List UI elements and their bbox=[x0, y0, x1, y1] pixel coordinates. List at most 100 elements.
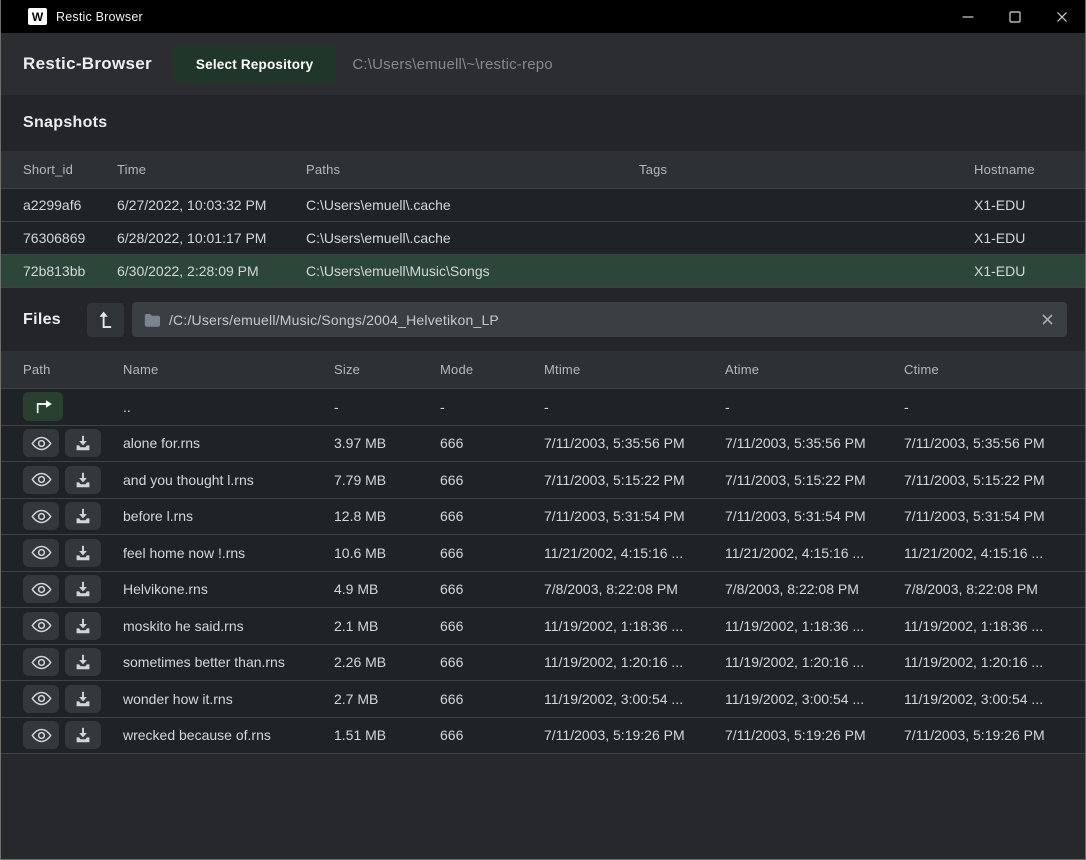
file-name: alone for.rns bbox=[123, 435, 334, 451]
select-repository-button[interactable]: Select Repository bbox=[174, 45, 335, 83]
maximize-icon bbox=[1009, 11, 1021, 23]
files-section-header: Files /C:/Users/emuell/Music/Songs/2004_… bbox=[1, 288, 1085, 351]
file-size: 2.1 MB bbox=[334, 618, 440, 634]
snapshot-row[interactable]: 76306869 6/28/2022, 10:01:17 PM C:\Users… bbox=[1, 222, 1085, 255]
column-atime: Atime bbox=[725, 362, 904, 377]
file-mtime: 7/8/2003, 8:22:08 PM bbox=[544, 581, 725, 597]
snapshot-short-id: 76306869 bbox=[23, 230, 117, 246]
file-name: Helvikone.rns bbox=[123, 581, 334, 597]
preview-file-button[interactable] bbox=[23, 539, 59, 567]
download-file-button[interactable] bbox=[65, 466, 101, 494]
file-row: sometimes better than.rns 2.26 MB 666 11… bbox=[1, 645, 1085, 682]
file-mtime: 7/11/2003, 5:15:22 PM bbox=[544, 472, 725, 488]
download-icon bbox=[75, 727, 91, 743]
repository-path: C:\Users\emuell\~\restic-repo bbox=[352, 56, 552, 73]
eye-icon bbox=[31, 544, 52, 561]
snapshot-paths: C:\Users\emuell\Music\Songs bbox=[306, 263, 639, 279]
file-ctime: 11/21/2002, 4:15:16 ... bbox=[904, 545, 1085, 561]
download-icon bbox=[75, 654, 91, 670]
file-atime: 11/19/2002, 1:20:16 ... bbox=[725, 654, 904, 670]
file-actions bbox=[23, 575, 123, 603]
file-row: .. - - - - - bbox=[1, 389, 1085, 426]
file-actions bbox=[23, 466, 123, 494]
titlebar: W Restic Browser bbox=[1, 0, 1085, 33]
file-size: 2.26 MB bbox=[334, 654, 440, 670]
window-title: Restic Browser bbox=[56, 10, 143, 24]
file-name: sometimes better than.rns bbox=[123, 654, 334, 670]
open-path-button[interactable] bbox=[87, 303, 124, 337]
preview-file-button[interactable] bbox=[23, 648, 59, 676]
parent-directory-icon bbox=[34, 399, 53, 414]
download-file-button[interactable] bbox=[65, 539, 101, 567]
download-file-button[interactable] bbox=[65, 429, 101, 457]
minimize-icon bbox=[962, 11, 974, 23]
empty-area bbox=[1, 754, 1085, 859]
file-mode: 666 bbox=[440, 472, 544, 488]
file-name: and you thought l.rns bbox=[123, 472, 334, 488]
preview-file-button[interactable] bbox=[23, 502, 59, 530]
snapshot-paths: C:\Users\emuell\.cache bbox=[306, 197, 639, 213]
eye-icon bbox=[31, 654, 52, 671]
current-path-field[interactable]: /C:/Users/emuell/Music/Songs/2004_Helvet… bbox=[132, 302, 1067, 337]
file-row: alone for.rns 3.97 MB 666 7/11/2003, 5:3… bbox=[1, 426, 1085, 463]
clear-path-button[interactable] bbox=[1040, 312, 1055, 327]
preview-file-button[interactable] bbox=[23, 721, 59, 749]
download-icon bbox=[75, 545, 91, 561]
snapshot-time: 6/30/2022, 2:28:09 PM bbox=[117, 263, 306, 279]
clear-icon bbox=[1042, 314, 1053, 325]
caption-buttons bbox=[944, 0, 1085, 33]
column-short-id: Short_id bbox=[23, 162, 117, 177]
folder-icon bbox=[144, 313, 160, 327]
download-file-button[interactable] bbox=[65, 575, 101, 603]
snapshot-hostname: X1-EDU bbox=[974, 263, 1085, 279]
files-table-body: .. - - - - - bbox=[1, 388, 1085, 754]
eye-icon bbox=[31, 727, 52, 744]
file-size: 12.8 MB bbox=[334, 508, 440, 524]
files-heading: Files bbox=[23, 311, 61, 329]
restic-browser-window: W Restic Browser Restic-Browser Select R… bbox=[0, 0, 1086, 860]
preview-file-button[interactable] bbox=[23, 429, 59, 457]
download-file-button[interactable] bbox=[65, 502, 101, 530]
file-actions bbox=[23, 685, 123, 713]
preview-file-button[interactable] bbox=[23, 612, 59, 640]
file-mode: 666 bbox=[440, 727, 544, 743]
file-atime: 11/19/2002, 1:18:36 ... bbox=[725, 618, 904, 634]
snapshots-table-body: a2299af6 6/27/2022, 10:03:32 PM C:\Users… bbox=[1, 188, 1085, 288]
maximize-button[interactable] bbox=[991, 0, 1038, 33]
snapshot-row[interactable]: 72b813bb 6/30/2022, 2:28:09 PM C:\Users\… bbox=[1, 255, 1085, 288]
download-icon bbox=[75, 581, 91, 597]
file-ctime: 7/11/2003, 5:35:56 PM bbox=[904, 435, 1085, 451]
file-ctime: 7/8/2003, 8:22:08 PM bbox=[904, 581, 1085, 597]
current-path-value: /C:/Users/emuell/Music/Songs/2004_Helvet… bbox=[169, 312, 1031, 328]
download-icon bbox=[75, 691, 91, 707]
preview-file-button[interactable] bbox=[23, 685, 59, 713]
file-mtime: 11/19/2002, 1:18:36 ... bbox=[544, 618, 725, 634]
download-file-button[interactable] bbox=[65, 648, 101, 676]
toolbar: Restic-Browser Select Repository C:\User… bbox=[1, 33, 1085, 95]
minimize-button[interactable] bbox=[944, 0, 991, 33]
snapshot-row[interactable]: a2299af6 6/27/2022, 10:03:32 PM C:\Users… bbox=[1, 189, 1085, 222]
preview-file-button[interactable] bbox=[23, 466, 59, 494]
file-atime: 11/19/2002, 3:00:54 ... bbox=[725, 691, 904, 707]
eye-icon bbox=[31, 471, 52, 488]
file-actions bbox=[23, 648, 123, 676]
file-name: .. bbox=[123, 399, 334, 415]
download-file-button[interactable] bbox=[65, 612, 101, 640]
file-ctime: 11/19/2002, 1:18:36 ... bbox=[904, 618, 1085, 634]
file-name: before l.rns bbox=[123, 508, 334, 524]
file-name: feel home now !.rns bbox=[123, 545, 334, 561]
file-mode: 666 bbox=[440, 545, 544, 561]
snapshot-short-id: 72b813bb bbox=[23, 263, 117, 279]
file-size: 7.79 MB bbox=[334, 472, 440, 488]
file-size: 2.7 MB bbox=[334, 691, 440, 707]
go-parent-directory-button[interactable] bbox=[23, 392, 63, 421]
file-row: and you thought l.rns 7.79 MB 666 7/11/2… bbox=[1, 462, 1085, 499]
download-file-button[interactable] bbox=[65, 721, 101, 749]
download-icon bbox=[75, 508, 91, 524]
file-size: 1.51 MB bbox=[334, 727, 440, 743]
preview-file-button[interactable] bbox=[23, 575, 59, 603]
close-button[interactable] bbox=[1038, 0, 1085, 33]
file-atime: 11/21/2002, 4:15:16 ... bbox=[725, 545, 904, 561]
download-file-button[interactable] bbox=[65, 685, 101, 713]
close-icon bbox=[1056, 11, 1068, 23]
